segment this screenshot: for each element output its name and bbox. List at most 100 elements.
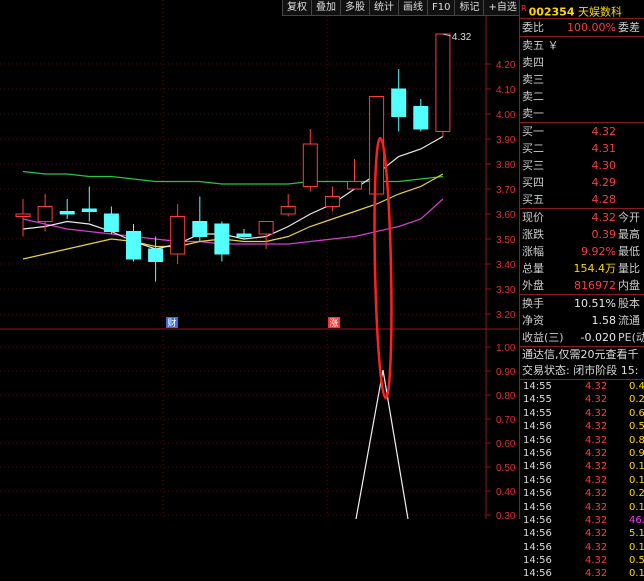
tick-volume: 0.8 [629,434,644,446]
sell-row-label: 卖二 [522,90,544,103]
sell-orders: 卖五 ￥ 卖四 卖三 卖二 卖一 [520,36,644,122]
toolbar-button[interactable]: F10 [427,0,456,16]
tick-price: 4.32 [585,407,608,419]
toolbar-button[interactable]: 标记 [454,0,485,16]
quote-row: 现价 4.32 今开 [520,209,644,226]
candle [236,233,252,237]
toolbar-button[interactable]: 叠加 [311,0,341,16]
tick-volume: 0.5 [629,421,644,433]
price-tick-label: 3.90 [496,135,516,146]
buy-row-label: 买三 [522,159,544,172]
buy-row-label: 买四 [522,176,544,189]
toolbar-button[interactable]: 画线 [398,0,428,16]
tick-time: 14:56 [523,541,552,553]
sell-row: 卖一 [520,105,644,122]
tick-list[interactable]: 14:55 4.32 0.4 14:55 4.32 0.2 14:55 4.32 0.6 14:5… [520,379,644,581]
quote-label2: 最低 [618,245,640,258]
tick-time: 14:56 [523,568,552,580]
tick-time: 14:56 [523,474,552,486]
tick-row: 14:55 4.32 0.6 [520,407,644,420]
candle [37,206,53,222]
candle [214,223,230,255]
candle [170,216,186,255]
tick-time: 14:55 [523,407,552,419]
candle [15,213,31,217]
kline-chart[interactable]: 4.20 4.10 4.00 3.90 3.80 3.70 3.60 3.50 3.40 3.30… [0,0,519,519]
buy-row: 买二 4.31 [520,140,644,157]
quote-label: 涨幅 [522,245,544,258]
tick-row: 14:56 4.32 0.9 [520,447,644,460]
quote-value: 4.32 [591,211,617,224]
fund-label: 净资 [522,314,544,327]
fund-label2: 流通 [618,314,640,327]
info-line: 交易状态: 闭市阶段 15: [522,364,639,377]
quote-stats: 现价 4.32 今开 涨跌 0.39 最高 涨幅 9.92% 最低 总量 154.4万 量比 外盘 816… [520,208,644,294]
tick-volume: 0.6 [629,407,644,419]
tick-row: 14:56 4.32 46.8 [520,514,644,527]
toolbar-button[interactable]: 多股 [340,0,370,16]
tick-row: 14:56 4.32 0.1 [520,567,644,580]
price-tick-label: 3.30 [496,285,516,296]
tick-volume: 0.1 [629,474,644,486]
candle [258,221,274,235]
annotations: 4.32 财 涨 [166,32,472,519]
tick-price: 4.32 [585,461,608,473]
price-tick-label: 3.40 [496,260,516,271]
quote-label2: 今开 [618,211,640,224]
volume-tick-label: 0.80 [496,391,516,402]
tick-row: 14:56 4.32 0.2 [520,487,644,500]
buy-row: 买四 4.29 [520,174,644,191]
volume-tick-label: 0.40 [496,487,516,498]
price-tick-label: 4.10 [496,85,516,96]
quote-panel: R 002354 天娱数科 委比 100.00% 委差 卖五 ￥ 卖四 卖三 卖二 卖一 … [519,0,644,579]
buy-row-price: 4.30 [591,159,617,172]
weicha-label: 委差 [618,21,640,34]
candle [413,106,429,130]
volume-tick-label: 0.90 [496,367,516,378]
tick-time: 14:55 [523,381,552,392]
price-tick-label: 3.60 [496,210,516,221]
tick-row: 14:56 4.32 0.5 [520,554,644,567]
tick-price: 4.32 [585,381,608,392]
stock-name: 天娱数科 [578,5,622,18]
tick-price: 4.32 [585,488,608,500]
volume-axis: 1.000.900.800.700.600.500.400.300.200.10 [486,343,516,519]
candle [192,221,208,237]
tick-price: 4.32 [585,434,608,446]
stock-header[interactable]: R 002354 天娱数科 [520,0,644,18]
chart-toolbar: 复权叠加多股统计画线F10标记+自选返回 [282,0,551,16]
tick-row: 14:56 4.32 0.5 [520,420,644,433]
tick-row: 14:55 4.32 0.4 [520,380,644,393]
tick-time: 14:56 [523,434,552,446]
quote-row: 涨幅 9.92% 最低 [520,243,644,260]
price-tick-label: 3.80 [496,160,516,171]
toolbar-button[interactable]: 复权 [282,0,312,16]
tick-time: 14:56 [523,528,552,540]
price-tick-label: 3.70 [496,185,516,196]
toolbar-button[interactable]: 统计 [369,0,399,16]
tick-price: 4.32 [585,501,608,513]
r-flag: R [521,4,527,13]
tick-price: 4.32 [585,447,608,459]
fund-row: 净资 1.58 流通 [520,312,644,329]
tick-volume: 0.5 [629,555,644,567]
tick-volume: 0.1 [629,461,644,473]
toolbar-button[interactable]: +自选 [483,0,522,16]
sell-row-label: 卖一 [522,107,544,120]
candle [59,211,75,215]
candle [126,231,141,260]
quote-label2: 内盘 [618,279,640,292]
quote-label2: 最高 [618,228,640,241]
tick-row: 14:55 4.32 0.2 [520,393,644,406]
tick-price: 4.32 [585,514,608,526]
fund-value: -0.020 [580,331,616,344]
quote-label: 涨跌 [522,228,544,241]
quote-row: 总量 154.4万 量比 [520,260,644,277]
tick-price: 4.32 [585,394,608,406]
tick-volume: 0.2 [629,488,644,500]
price-axis: 4.20 4.10 4.00 3.90 3.80 3.70 3.60 3.50 3.40 3.30… [486,60,516,321]
volume-tick-label: 0.60 [496,439,516,450]
price-tick-label: 3.50 [496,235,516,246]
fund-value: 1.58 [591,314,617,327]
high-value-label: 4.32 [452,32,472,43]
